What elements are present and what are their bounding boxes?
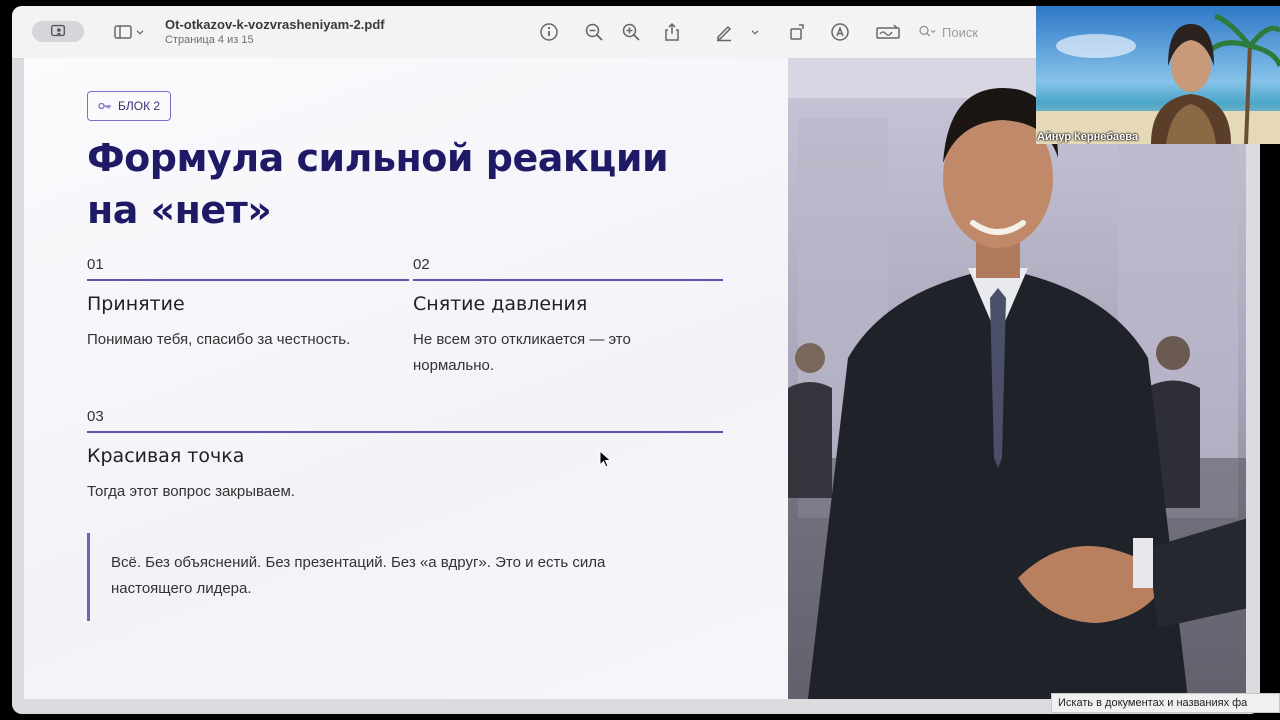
pdf-page: БЛОК 2 Формула сильной реакции на «нет» … [24, 58, 788, 699]
annotate-icon[interactable] [827, 19, 853, 45]
info-icon[interactable] [536, 19, 562, 45]
sidebar-user-icon [51, 24, 65, 37]
step-2: 02 Снятие давления Не всем это откликает… [413, 256, 723, 379]
handshake-photo [788, 58, 1246, 699]
slide-headline: Формула сильной реакции на «нет» [87, 136, 669, 232]
step-3: 03 Красивая точка Тогда этот вопрос закр… [87, 408, 723, 505]
step-title: Снятие давления [413, 293, 588, 315]
step-divider [413, 279, 723, 281]
search-icon [919, 25, 936, 37]
quote-text: Всё. Без объяснений. Без презентаций. Бе… [111, 554, 606, 597]
markup-chevron-down-icon[interactable] [747, 19, 763, 45]
zoom-out-icon[interactable] [581, 19, 607, 45]
step-number: 03 [87, 408, 104, 425]
step-title: Красивая точка [87, 445, 245, 467]
window-controls-pill[interactable] [32, 21, 84, 42]
step-number: 02 [413, 256, 430, 273]
block-badge: БЛОК 2 [87, 91, 172, 121]
search-tooltip: Искать в документах и названиях фа [1051, 693, 1280, 713]
mouse-cursor-icon [599, 449, 612, 468]
step-text: Не всем это откликается — это нормально. [413, 331, 631, 374]
search-placeholder: Поиск [942, 24, 979, 40]
search-field[interactable]: Поиск [918, 22, 1028, 42]
quote-block: Всё. Без объяснений. Без презентаций. Бе… [87, 533, 687, 621]
step-1: 01 Принятие Понимаю тебя, спасибо за чес… [87, 256, 409, 353]
key-icon [98, 102, 111, 110]
page-indicator: Страница 4 из 15 [165, 34, 254, 46]
step-text: Тогда этот вопрос закрываем. [87, 483, 295, 500]
step-number: 01 [87, 256, 104, 273]
zoom-in-icon[interactable] [618, 19, 644, 45]
participant-video[interactable]: Айнур Кернебаева [1036, 6, 1280, 144]
step-divider [87, 279, 409, 281]
document-title: Ot-otkazov-k-vozvrasheniyam-2.pdf [165, 17, 385, 32]
markup-pen-icon[interactable] [711, 19, 737, 45]
rotate-icon[interactable] [785, 19, 811, 45]
signature-icon[interactable] [873, 19, 903, 45]
step-title: Принятие [87, 293, 185, 315]
step-divider [87, 431, 723, 433]
participant-name: Айнур Кернебаева [1037, 131, 1139, 143]
step-text: Понимаю тебя, спасибо за честность. [87, 331, 351, 348]
chevron-down-icon[interactable] [132, 19, 148, 45]
block-badge-label: БЛОК 2 [118, 99, 161, 113]
share-icon[interactable] [659, 19, 685, 45]
